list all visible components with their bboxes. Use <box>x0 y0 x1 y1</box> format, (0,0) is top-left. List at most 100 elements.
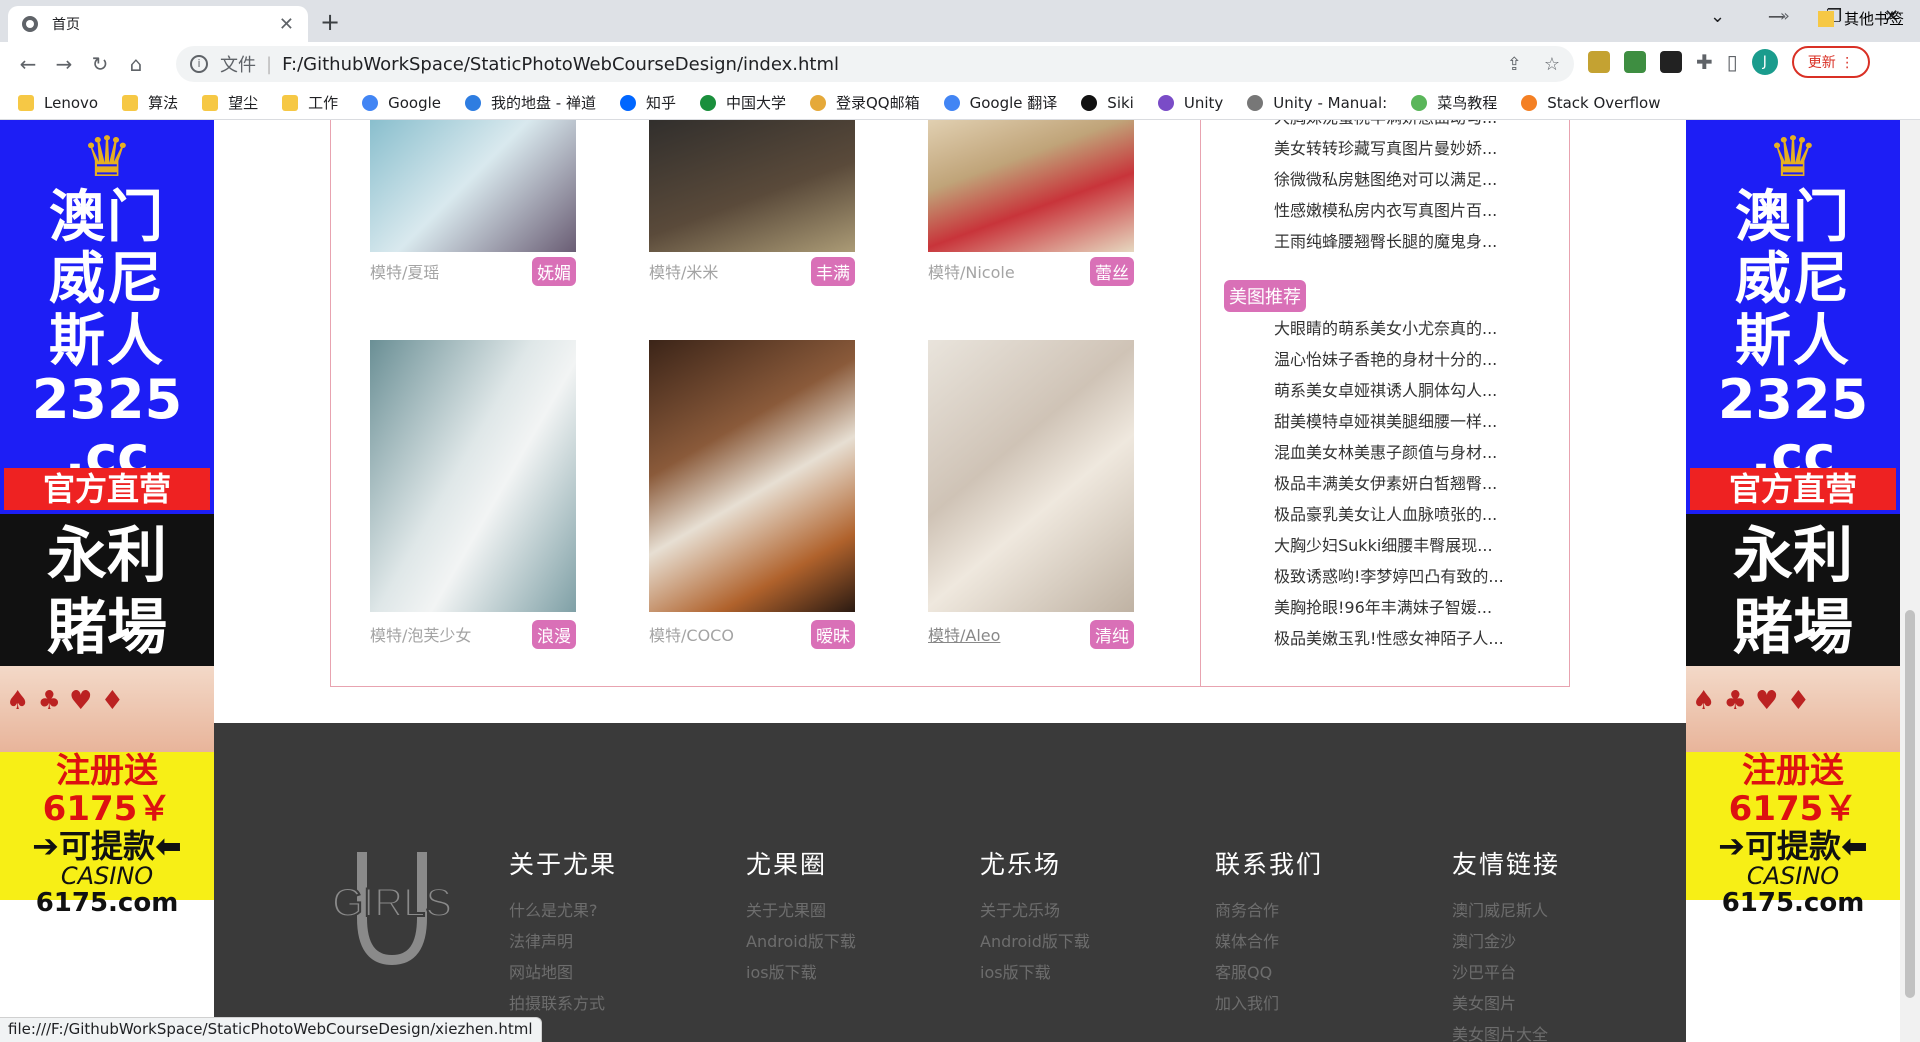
list-item[interactable]: 混血美女林美惠子颜值与身材... <box>1274 437 1504 468</box>
bookmark-item[interactable]: 望尘 <box>202 92 258 113</box>
list-item[interactable]: 美女转转珍藏写真图片曼妙娇... <box>1274 133 1497 164</box>
model-name[interactable]: 模特/Aleo <box>928 622 1000 646</box>
bookmark-item[interactable]: Stack Overflow <box>1521 94 1660 112</box>
footer-link[interactable]: 关于尤果圈 <box>746 895 856 926</box>
bookmark-item[interactable]: Unity <box>1157 94 1223 112</box>
footer-column-title: 关于尤果 <box>509 850 618 879</box>
footer-link[interactable]: 媒体合作 <box>1215 926 1323 957</box>
footer-link[interactable]: 美女图片 <box>1452 988 1560 1019</box>
extension-icon[interactable] <box>1660 51 1682 73</box>
address-url[interactable]: F:/GithubWorkSpace/StaticPhotoWebCourseD… <box>282 54 839 75</box>
list-item[interactable]: 徐微微私房魅图绝对可以满足... <box>1274 164 1497 195</box>
update-label: 更新 <box>1807 55 1836 71</box>
tab-search-icon[interactable]: ⌄ <box>1710 6 1725 27</box>
footer-link[interactable]: 拍摄联系方式 <box>509 988 617 1019</box>
footer-link[interactable]: Android版下载 <box>980 926 1090 957</box>
model-name[interactable]: 模特/夏瑶 <box>370 259 439 283</box>
list-item[interactable]: 萌系美女卓娅祺诱人胴体勾人... <box>1274 375 1504 406</box>
model-name[interactable]: 模特/COCO <box>649 622 734 646</box>
bookmark-item[interactable]: 我的地盘 - 禅道 <box>465 92 596 113</box>
footer-link[interactable]: 什么是尤果? <box>509 895 617 926</box>
info-icon[interactable]: i <box>190 55 208 73</box>
bookmark-item[interactable]: Unity - Manual: <box>1247 94 1387 112</box>
right-casino-ad[interactable]: ♛ 澳门 威尼 斯人 2325 .cc 官方直营 永利 賭場 注册送6175￥ … <box>1686 120 1900 918</box>
avatar[interactable]: J <box>1751 49 1778 75</box>
winged-lion-icon: ♛ <box>1767 125 1819 190</box>
translate-icon <box>943 94 960 111</box>
style-badge: 清纯 <box>1090 619 1134 649</box>
list-item[interactable]: 性感嫩模私房内衣写真图片百... <box>1274 195 1497 226</box>
list-item[interactable]: 极致诱惑哟!李梦婷凹凸有致的... <box>1274 561 1504 592</box>
qq-icon <box>810 94 826 111</box>
update-button[interactable]: 更新 ⋮ <box>1791 46 1871 78</box>
list-item[interactable]: 极品美嫩玉乳!性感女神陌子人... <box>1274 623 1504 654</box>
list-item[interactable]: 甜美模特卓娅祺美腿细腰一样... <box>1274 406 1504 437</box>
puzzle-icon[interactable]: ✚ <box>1696 50 1713 74</box>
ad-register-block: 注册送6175￥ ➔可提款⬅ CASINO 6175.com <box>1686 666 1900 918</box>
footer-link[interactable]: ios版下载 <box>980 957 1090 988</box>
bookmark-item[interactable]: 算法 <box>122 92 178 113</box>
back-arrow-icon[interactable]: ← <box>10 52 46 76</box>
photo-caption: 模特/Aleo 清纯 <box>928 619 1134 649</box>
address-bar[interactable]: i 文件 | F:/GithubWorkSpace/StaticPhotoWeb… <box>176 46 1574 82</box>
bookmark-item[interactable]: 登录QQ邮箱 <box>810 92 920 113</box>
download-extension-icon[interactable] <box>1624 51 1646 73</box>
bookmark-item[interactable]: 工作 <box>282 92 338 113</box>
left-casino-ad[interactable]: ♛ 澳门 威尼 斯人 2325 .cc 官方直营 永利 賭場 注册送6175￥ … <box>0 120 214 918</box>
list-item[interactable]: 温心怡妹子香艳的身材十分的... <box>1274 344 1504 375</box>
reload-icon[interactable]: ↻ <box>82 52 118 76</box>
bookmark-item[interactable]: Google <box>362 94 441 112</box>
photo-thumbnail[interactable] <box>928 340 1134 612</box>
model-name[interactable]: 模特/泡芙少女 <box>370 622 471 646</box>
footer-link[interactable]: 美女图片大全 <box>1452 1019 1560 1042</box>
page-scrollbar[interactable] <box>1900 120 1920 1042</box>
forward-arrow-icon[interactable]: → <box>46 52 82 76</box>
footer-link[interactable]: 澳门金沙 <box>1452 926 1560 957</box>
bookmark-item[interactable]: Google 翻译 <box>943 92 1057 113</box>
bookmark-star-icon[interactable]: ☆ <box>1544 54 1560 75</box>
photo-thumbnail[interactable] <box>370 120 576 252</box>
list-item[interactable]: 王雨纯蜂腰翘臀长腿的魔鬼身... <box>1274 226 1497 257</box>
other-bookmarks[interactable]: 其他书签 <box>1818 8 1904 29</box>
bookmark-item[interactable]: 中国大学 <box>699 92 786 113</box>
footer-link[interactable]: 加入我们 <box>1215 988 1323 1019</box>
bookmark-item[interactable]: Siki <box>1081 94 1134 112</box>
footer-link[interactable]: Android版下载 <box>746 926 856 957</box>
tab-close-button[interactable]: ✕ <box>279 14 294 35</box>
list-item[interactable]: 极品豪乳美女让人血脉喷张的... <box>1274 499 1504 530</box>
bookmark-item[interactable]: 知乎 <box>619 92 676 113</box>
address-separator: | <box>266 53 273 75</box>
photo-thumbnail[interactable] <box>649 340 855 612</box>
bookmarks-more-button[interactable]: » <box>1780 6 1790 25</box>
list-item[interactable]: 大胸妹沈蜜桃丰满娇惑曲动勾... <box>1274 120 1497 133</box>
photo-thumbnail[interactable] <box>649 120 855 252</box>
home-icon[interactable]: ⌂ <box>118 52 154 76</box>
ad-venetian-block: ♛ 澳门 威尼 斯人 2325 .cc 官方直营 <box>1686 120 1900 514</box>
list-item[interactable]: 美胸抢眼!96年丰满妹子智媛... <box>1274 592 1504 623</box>
footer-link[interactable]: 客服QQ <box>1215 957 1323 988</box>
browser-tab[interactable]: 首页 ✕ <box>8 6 308 42</box>
list-item[interactable]: 大胸少妇Sukki细腰丰臀展现... <box>1274 530 1504 561</box>
footer-link[interactable]: 澳门威尼斯人 <box>1452 895 1560 926</box>
footer-link[interactable]: 关于尤乐场 <box>980 895 1090 926</box>
model-name[interactable]: 模特/Nicole <box>928 259 1015 283</box>
extension-icon[interactable] <box>1588 51 1610 73</box>
bookmark-item[interactable]: Lenovo <box>18 94 98 112</box>
bookmark-item[interactable]: 菜鸟教程 <box>1411 92 1497 113</box>
photo-thumbnail[interactable] <box>370 340 576 612</box>
ad-text: 威尼 <box>49 246 165 312</box>
list-item[interactable]: 大眼睛的萌系美女小尤奈真的... <box>1274 313 1504 344</box>
model-name[interactable]: 模特/米米 <box>649 259 718 283</box>
share-icon[interactable]: ⇪ <box>1507 54 1522 75</box>
photo-thumbnail[interactable] <box>928 120 1134 252</box>
scrollbar-thumb[interactable] <box>1905 610 1915 998</box>
footer-link[interactable]: ios版下载 <box>746 957 856 988</box>
footer-link[interactable]: 网站地图 <box>509 957 617 988</box>
side-panel-icon[interactable]: ▯ <box>1727 50 1738 74</box>
list-item[interactable]: 极品丰满美女伊素妍白皙翘臀... <box>1274 468 1504 499</box>
new-tab-button[interactable]: + <box>320 8 340 36</box>
footer-link[interactable]: 法律声明 <box>509 926 617 957</box>
bookmark-label: Siki <box>1107 93 1134 112</box>
footer-link[interactable]: 沙巴平台 <box>1452 957 1560 988</box>
footer-link[interactable]: 商务合作 <box>1215 895 1323 926</box>
